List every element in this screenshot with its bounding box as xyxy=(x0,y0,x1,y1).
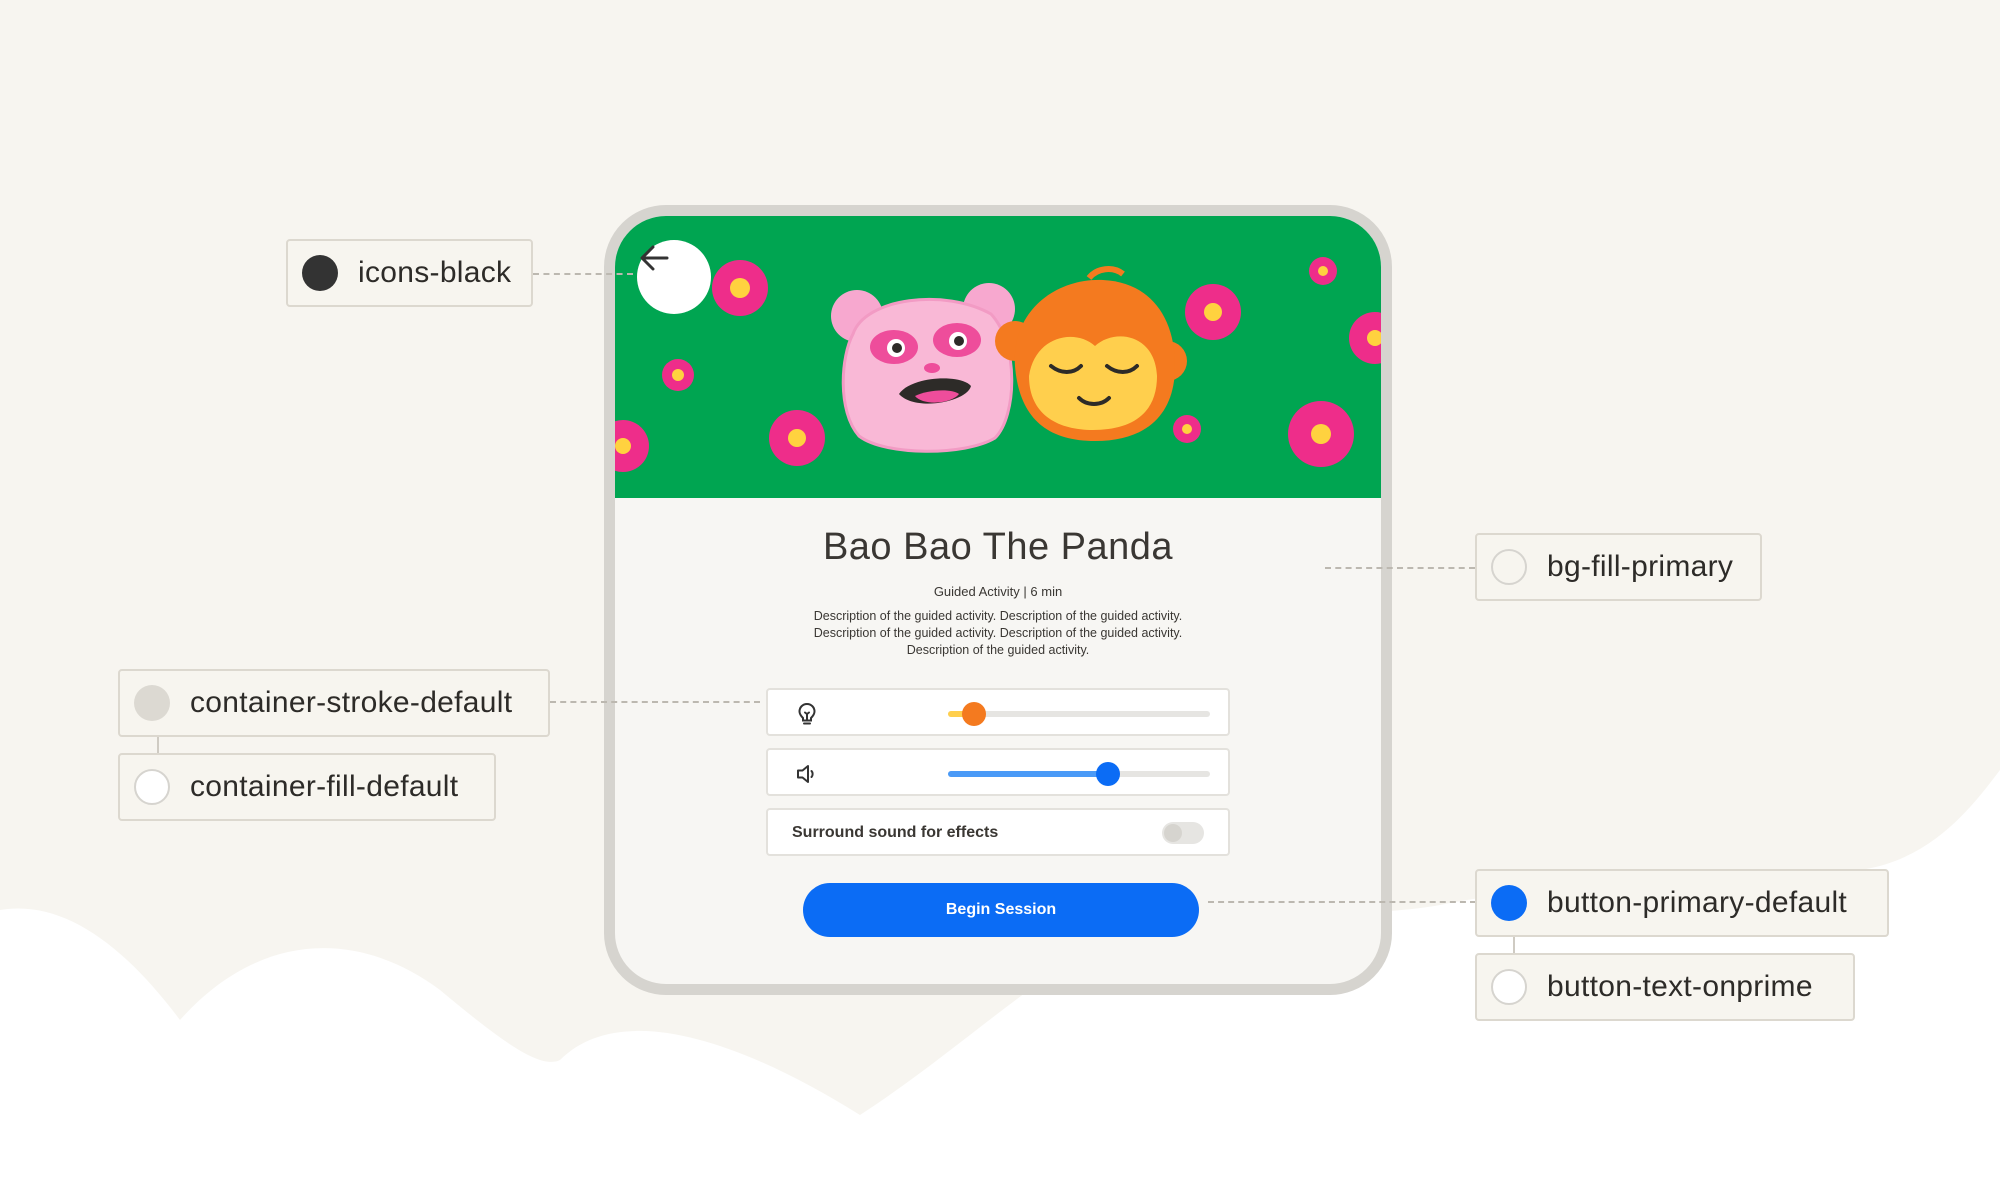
activity-description: Description of the guided activity. Desc… xyxy=(813,609,1183,657)
surround-sound-row: Surround sound for effects xyxy=(766,808,1230,856)
blossom-7 xyxy=(1349,312,1381,364)
annotation-label: icons-black xyxy=(358,256,512,289)
monkey-illustration xyxy=(995,266,1187,441)
annotation-container-stroke-default: container-stroke-default xyxy=(118,669,550,737)
toggle-knob xyxy=(1164,824,1182,842)
blossom-8 xyxy=(1288,401,1354,467)
blossom-6 xyxy=(1309,257,1337,285)
connector-container xyxy=(157,737,159,753)
annotation-container-fill-default: container-fill-default xyxy=(118,753,496,821)
swatch-container-stroke-default xyxy=(134,685,170,721)
annotation-label: button-primary-default xyxy=(1547,886,1848,919)
leader-container-stroke xyxy=(550,701,760,703)
arrow-left-icon xyxy=(640,245,669,271)
swatch-button-primary-default xyxy=(1491,885,1527,921)
brightness-slider[interactable] xyxy=(948,702,1210,726)
swatch-container-fill-default xyxy=(134,769,170,805)
blossom-2 xyxy=(662,359,694,391)
activity-title: Bao Bao The Panda xyxy=(822,526,1174,568)
swatch-icons-black xyxy=(302,255,338,291)
begin-session-button[interactable]: Begin Session xyxy=(803,883,1199,937)
panda-illustration xyxy=(831,283,1015,453)
activity-banner xyxy=(615,216,1381,498)
brightness-slider-thumb[interactable] xyxy=(962,702,987,726)
surround-sound-label: Surround sound for effects xyxy=(792,824,999,841)
volume-slider-fill xyxy=(948,771,1108,777)
device-frame: Bao Bao The Panda Guided Activity | 6 mi… xyxy=(604,205,1392,995)
back-button[interactable] xyxy=(637,240,711,314)
swatch-button-text-onprime xyxy=(1491,969,1527,1005)
annotation-bg-fill-primary: bg-fill-primary xyxy=(1475,533,1762,601)
blossom-5 xyxy=(1185,284,1241,340)
volume-slider-thumb[interactable] xyxy=(1095,762,1120,786)
annotation-label: bg-fill-primary xyxy=(1547,550,1734,583)
blossom-4 xyxy=(769,410,825,466)
blossom-1 xyxy=(712,260,768,316)
surround-sound-toggle[interactable] xyxy=(1162,822,1204,844)
brightness-control xyxy=(766,688,1230,736)
banner-illustration xyxy=(615,257,1381,472)
leader-bg-fill-primary xyxy=(1325,567,1475,569)
annotation-label: container-stroke-default xyxy=(190,686,513,719)
annotation-label: container-fill-default xyxy=(190,770,459,803)
volume-slider[interactable] xyxy=(948,762,1210,786)
annotation-button-primary-default: button-primary-default xyxy=(1475,869,1889,937)
swatch-bg-fill-primary xyxy=(1491,549,1527,585)
annotation-button-text-onprime: button-text-onprime xyxy=(1475,953,1855,1021)
annotation-icons-black: icons-black xyxy=(286,239,533,307)
annotation-label: button-text-onprime xyxy=(1547,970,1813,1003)
volume-control xyxy=(766,748,1230,796)
blossom-9 xyxy=(1173,415,1201,443)
activity-meta: Guided Activity | 6 min xyxy=(933,584,1063,599)
lightbulb-icon xyxy=(798,702,816,725)
leader-icons-black xyxy=(533,273,633,275)
leader-button-primary xyxy=(1208,901,1476,903)
blossom-3 xyxy=(615,420,649,472)
speaker-icon xyxy=(797,765,814,783)
